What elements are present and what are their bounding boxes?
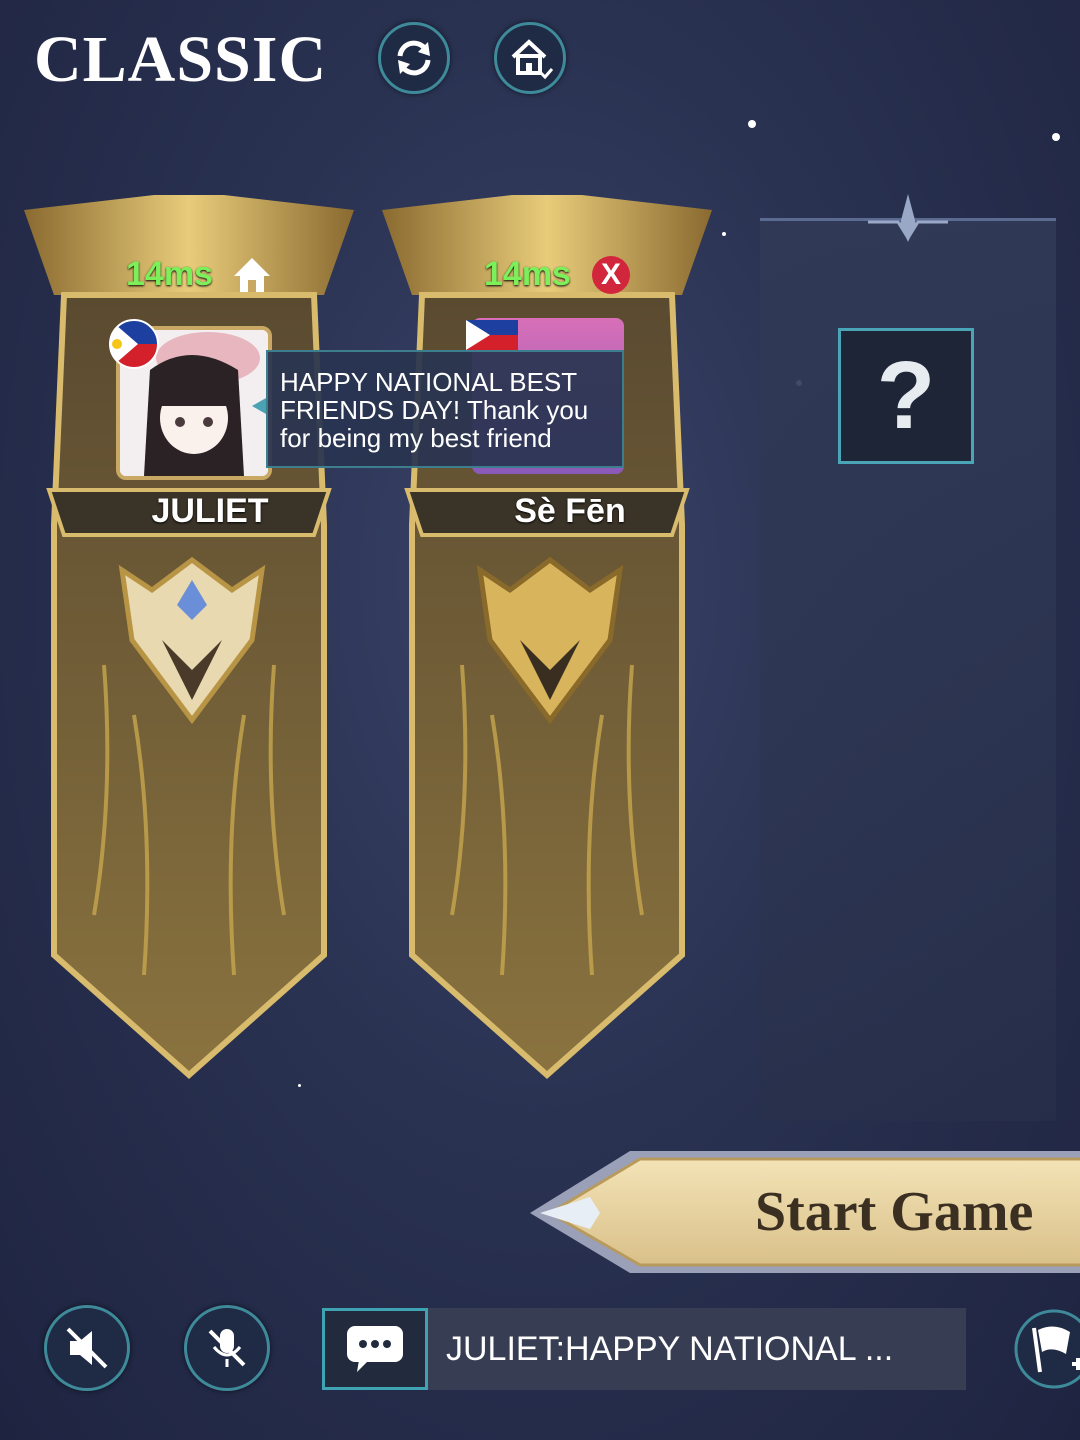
speaker-muted-icon xyxy=(66,1327,108,1369)
speaker-toggle-button[interactable] xyxy=(44,1305,130,1391)
game-mode-title: CLASSIC xyxy=(34,23,328,96)
chat-button[interactable] xyxy=(322,1308,428,1390)
bubble-line: for being my best friend xyxy=(280,423,552,453)
chat-bubble-icon xyxy=(347,1326,403,1372)
refresh-button[interactable] xyxy=(378,22,450,94)
player-name: JULIET xyxy=(151,492,269,530)
star xyxy=(722,232,726,236)
ping-label: 14ms xyxy=(126,255,213,293)
chat-bubble: HAPPY NATIONAL BEST FRIENDS DAY! Thank y… xyxy=(266,350,624,468)
mythic-rank-emblem xyxy=(476,556,624,725)
start-game-label: Start Game xyxy=(755,1181,1034,1243)
chat-preview-text: JULIET:HAPPY NATIONAL ... xyxy=(446,1330,894,1368)
mythic-rank-emblem xyxy=(118,556,266,725)
star xyxy=(748,120,756,128)
home-icon xyxy=(234,258,270,292)
mic-muted-icon xyxy=(208,1329,246,1367)
mic-toggle-button[interactable] xyxy=(184,1305,270,1391)
close-icon: X xyxy=(592,256,630,294)
home-icon xyxy=(511,39,554,80)
bubble-line: FRIENDS DAY! Thank you xyxy=(280,395,589,425)
flag-add-button[interactable] xyxy=(1014,1308,1080,1390)
invite-friend-button[interactable]: ? xyxy=(838,328,974,464)
philippines-flag xyxy=(109,319,159,369)
flag-add-icon xyxy=(1014,1309,1080,1389)
star xyxy=(1052,133,1060,141)
slot-crest-icon xyxy=(868,194,948,242)
home-settings-button[interactable] xyxy=(494,22,566,94)
bubble-line: HAPPY NATIONAL BEST xyxy=(280,367,578,397)
ping-label: 14ms xyxy=(484,255,571,293)
bubble-pointer xyxy=(252,398,266,414)
refresh-icon xyxy=(397,40,431,76)
philippines-flag xyxy=(466,320,518,350)
player-name: Sè Fēn xyxy=(514,492,626,530)
